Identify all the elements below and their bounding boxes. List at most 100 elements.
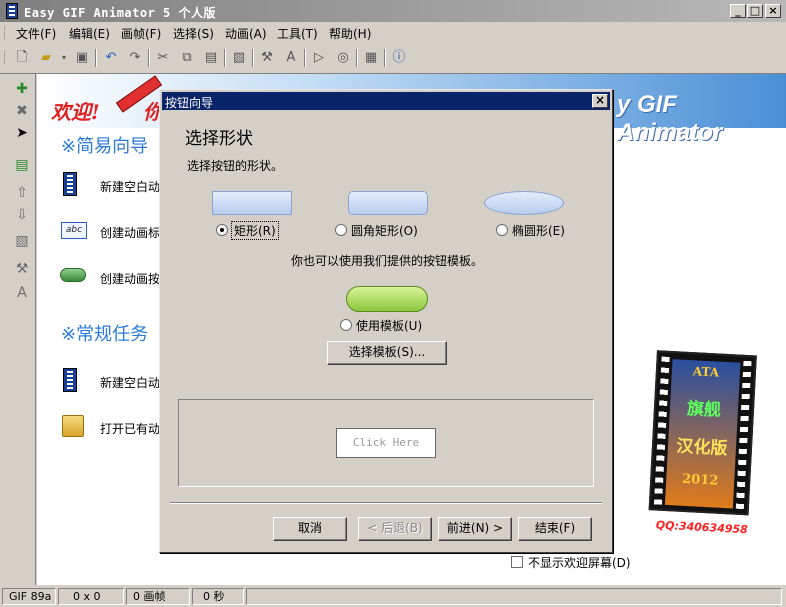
dialog-titlebar: 按钮向导 × (162, 92, 610, 110)
button-icon (59, 262, 89, 292)
close-button[interactable]: × (765, 4, 781, 18)
cancel-button[interactable]: 取消 (273, 517, 347, 541)
common-tasks-title: ※常规任务 (61, 324, 149, 345)
radio-dot[interactable] (496, 224, 508, 236)
app-titlebar: Easy GIF Animator 5 个人版 _ □ × (0, 0, 786, 22)
minimize-button[interactable]: _ (730, 4, 746, 18)
dialog-subheading: 选择按钮的形状。 (187, 159, 284, 173)
menu-edit[interactable]: 编辑(E) (69, 25, 110, 42)
badge-qq-text: QQ:340634958 (655, 518, 749, 537)
delete-frame-icon[interactable]: ✖ (13, 102, 31, 120)
menu-animation[interactable]: 动画(A) (225, 25, 267, 42)
dialog-close-button[interactable]: × (592, 94, 608, 108)
insert-frame-icon[interactable]: ▤ (13, 156, 31, 174)
dialog-heading: 选择形状 (185, 129, 253, 149)
dialog-separator (170, 502, 602, 504)
maximize-button[interactable]: □ (747, 4, 763, 18)
toolbar-separator (95, 49, 97, 67)
status-seconds: 0 秒 (192, 588, 244, 605)
toolbar-separator (384, 49, 386, 67)
text-icon[interactable]: A (283, 50, 299, 66)
status-size: 0 x 0 (58, 588, 124, 605)
film-icon (59, 170, 89, 200)
finish-button[interactable]: 结束(F) (518, 517, 592, 541)
radio-dot[interactable] (335, 224, 347, 236)
task-new-blank[interactable]: 新建空白动 (59, 170, 169, 200)
export-icon[interactable]: ▦ (363, 50, 379, 66)
app-icon (6, 3, 18, 19)
toolbar-separator (224, 49, 226, 67)
shape-ellipse-preview[interactable] (484, 191, 564, 215)
toolbar-separator (252, 49, 254, 67)
badge-top-text: ATA (692, 364, 720, 380)
save-icon[interactable]: ▣ (74, 50, 90, 66)
toolbar-separator (356, 49, 358, 67)
magic-icon[interactable]: ⚒ (13, 260, 31, 278)
task-new-blank-2[interactable]: 新建空白动 (59, 366, 169, 396)
menu-help[interactable]: 帮助(H) (329, 25, 371, 42)
move-down-icon[interactable]: ⇩ (13, 206, 31, 224)
menu-frame[interactable]: 画帧(F) (121, 25, 161, 42)
toolbar-grip (4, 51, 7, 64)
wand-icon[interactable]: ⚒ (259, 50, 275, 66)
main-toolbar: 🗋 ▰ ▾ ▣ ↶ ↷ ✂ ⧉ ▤ ▧ ⚒ A ▷ ◎ ▦ ⓘ (0, 43, 786, 74)
no-show-label: 不显示欢迎屏幕(D) (528, 556, 631, 570)
status-frames: 0 画帧 (126, 588, 190, 605)
new-icon[interactable]: 🗋 (14, 50, 30, 66)
mouse-cursor-icon: ➤ (16, 125, 28, 141)
undo-icon[interactable]: ↶ (103, 50, 119, 66)
radio-dot[interactable] (216, 224, 228, 236)
badge-filmstrip: ATA 旗舰 汉化版 2012 (648, 350, 757, 516)
resize-icon[interactable]: ▧ (13, 232, 31, 250)
folder-icon (59, 412, 89, 442)
banner-brand: y GIF Animator (617, 91, 723, 146)
next-button[interactable]: 前进(N) > (438, 517, 512, 541)
preview-icon[interactable]: ◎ (335, 50, 351, 66)
image-icon[interactable]: ▧ (231, 50, 247, 66)
abc-icon: abc (59, 216, 89, 246)
help-icon[interactable]: ⓘ (391, 50, 407, 66)
radio-label: 矩形(R) (231, 221, 279, 240)
shape-rectangle-preview[interactable] (212, 191, 292, 215)
task-create-button[interactable]: 创建动画按 (59, 262, 169, 292)
open-dropdown-icon[interactable]: ▾ (56, 50, 72, 66)
button-wizard-dialog: 按钮向导 × 选择形状 选择按钮的形状。 矩形(R) 圆角矩形(O) 椭圆形(E… (159, 89, 613, 553)
film-icon (59, 366, 89, 396)
menubar-grip (4, 26, 7, 39)
template-button-preview[interactable] (346, 286, 428, 312)
cut-icon[interactable]: ✂ (155, 50, 171, 66)
task-create-banner[interactable]: abc 创建动画标 (59, 216, 169, 246)
status-bar: GIF 89a 0 x 0 0 画帧 0 秒 (0, 586, 786, 607)
choose-template-button[interactable]: 选择模板(S)... (327, 341, 447, 365)
frame-toolstrip: ✚ ✖ ➤ ▤ ⇧ ⇩ ▧ ⚒ A (0, 74, 36, 585)
menu-file[interactable]: 文件(F) (16, 25, 56, 42)
radio-dot[interactable] (340, 319, 352, 331)
app-title: Easy GIF Animator 5 个人版 (24, 6, 216, 20)
template-note: 你也可以使用我们提供的按钮模板。 (290, 254, 483, 268)
redo-icon[interactable]: ↷ (127, 50, 143, 66)
menu-tools[interactable]: 工具(T) (277, 25, 318, 42)
toolbar-separator (304, 49, 306, 67)
open-icon[interactable]: ▰ (38, 50, 54, 66)
shape-rounded-preview[interactable] (348, 191, 428, 215)
status-empty (246, 588, 782, 605)
toolbar-separator (148, 49, 150, 67)
back-button[interactable]: < 后退(B) (358, 517, 432, 541)
badge-mid1-text: 旗舰 (686, 398, 722, 421)
radio-label: 椭圆形(E) (512, 224, 565, 238)
no-show-checkbox[interactable] (511, 556, 523, 568)
menu-select[interactable]: 选择(S) (173, 25, 214, 42)
play-icon[interactable]: ▷ (311, 50, 327, 66)
menubar: 文件(F) 编辑(E) 画帧(F) 选择(S) 动画(A) 工具(T) 帮助(H… (0, 22, 786, 43)
banner-welcome-text: 欢迎! (51, 100, 100, 124)
copy-icon[interactable]: ⧉ (179, 50, 195, 66)
paste-icon[interactable]: ▤ (203, 50, 219, 66)
add-frame-icon[interactable]: ✚ (13, 80, 31, 98)
preview-area: Click Here (178, 399, 594, 487)
move-up-icon[interactable]: ⇧ (13, 184, 31, 202)
text-tool-icon[interactable]: A (13, 284, 31, 302)
status-format: GIF 89a (2, 588, 56, 605)
preview-button[interactable]: Click Here (336, 428, 436, 458)
badge-year-text: 2012 (681, 471, 719, 489)
task-open-existing[interactable]: 打开已有动 (59, 412, 169, 442)
